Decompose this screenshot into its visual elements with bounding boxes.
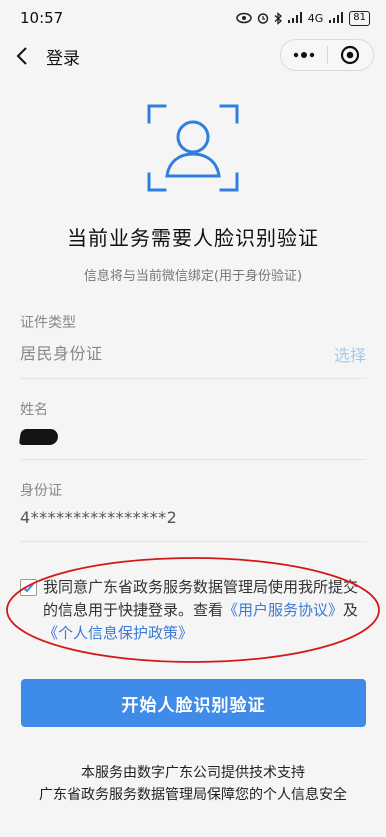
redacted-name [18, 429, 60, 445]
agreement-text: 我同意广东省政务服务数据管理局使用我所提交的信息用于快捷登录。查看《用户服务协议… [43, 576, 366, 645]
name-label: 姓名 [20, 402, 48, 418]
agreement-row: 我同意广东省政务服务数据管理局使用我所提交的信息用于快捷登录。查看《用户服务协议… [0, 576, 386, 645]
id-type-value: 居民身份证 [20, 344, 103, 363]
signal-icon-2 [329, 12, 344, 23]
privacy-policy-link[interactable]: 《个人信息保护政策》 [43, 624, 193, 642]
more-dots-icon [293, 52, 314, 58]
alarm-icon [257, 13, 268, 24]
page-title: 登录 [46, 48, 80, 69]
mini-program-capsule [280, 39, 374, 71]
target-circle-icon [341, 45, 360, 65]
user-agreement-link[interactable]: 《用户服务协议》 [223, 601, 343, 619]
face-scan-icon [147, 104, 239, 192]
status-bar: 10:57 4G 81 [0, 0, 386, 36]
chevron-left-icon [16, 47, 27, 65]
start-face-verification-button[interactable]: 开始人脸识别验证 [21, 679, 366, 727]
identity-form: 证件类型 居民身份证 选择 姓名 身份证 4****************2 [0, 312, 386, 542]
id-number-field: 身份证 4****************2 [20, 480, 366, 542]
more-button[interactable] [281, 40, 327, 70]
close-mini-program-button[interactable] [328, 40, 374, 70]
id-type-label: 证件类型 [20, 315, 76, 331]
headline: 当前业务需要人脸识别验证 [67, 226, 319, 250]
bluetooth-icon [274, 11, 282, 25]
footer-line-2: 广东省政务服务数据管理局保障您的个人信息安全 [39, 787, 347, 803]
eye-icon [235, 12, 252, 24]
footer: 本服务由数字广东公司提供技术支持 广东省政务服务数据管理局保障您的个人信息安全 [0, 762, 386, 806]
back-button[interactable] [2, 36, 42, 76]
status-time: 10:57 [20, 9, 64, 27]
face-scan-area [0, 104, 386, 192]
signal-icon [287, 12, 302, 23]
id-number-value: 4****************2 [20, 508, 178, 527]
agreement-checkbox[interactable] [20, 579, 37, 596]
select-id-type-button[interactable]: 选择 [334, 342, 366, 366]
status-icons: 4G 81 [235, 10, 370, 26]
nav-bar: 登录 [0, 36, 386, 76]
name-field: 姓名 [18, 399, 366, 460]
id-number-label: 身份证 [20, 483, 62, 499]
network-type: 4G [307, 11, 324, 25]
footer-line-1: 本服务由数字广东公司提供技术支持 [81, 765, 305, 781]
subheadline: 信息将与当前微信绑定(用于身份验证) [83, 269, 303, 284]
checkmark-icon [22, 582, 35, 593]
agreement-and: 及 [343, 601, 359, 619]
battery-indicator: 81 [349, 10, 370, 26]
id-type-field: 证件类型 居民身份证 选择 [20, 312, 366, 379]
